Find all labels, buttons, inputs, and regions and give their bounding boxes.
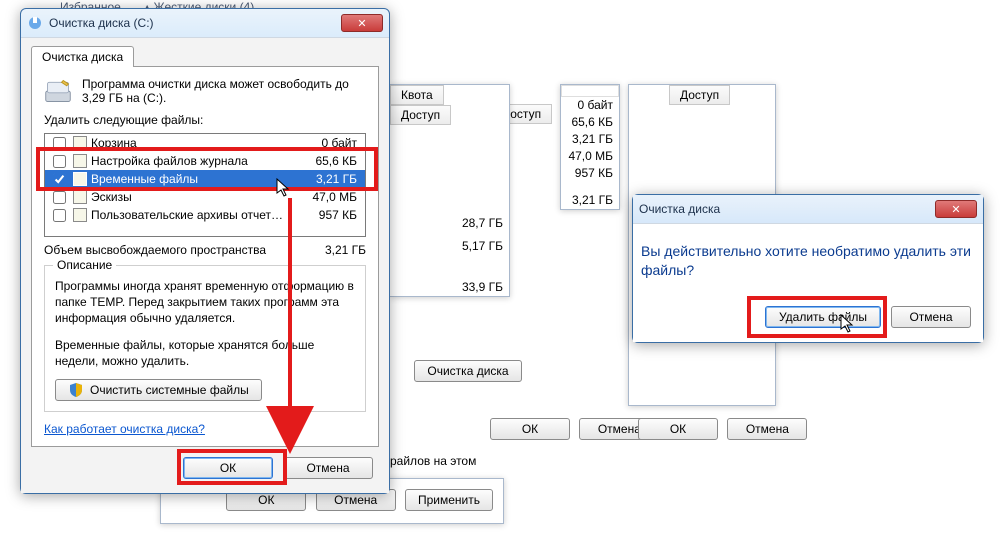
bg-buttons-mid: Очистка диска: [414, 360, 524, 382]
confirm-titlebar[interactable]: Очистка диска ✕: [633, 195, 983, 223]
checkbox-log-setup[interactable]: [53, 155, 66, 168]
clean-system-files-button[interactable]: Очистить системные файлы: [55, 379, 262, 401]
drive-icon: [44, 77, 72, 105]
file-icon: [73, 208, 87, 222]
bg-frag-files-on: райлов на этом: [390, 454, 476, 468]
file-list[interactable]: Корзина 0 байт Настройка файлов журнала …: [44, 133, 366, 237]
checkbox-temp-files[interactable]: [53, 173, 66, 186]
checkbox-user-reports[interactable]: [53, 209, 66, 222]
ok-button[interactable]: ОК: [183, 457, 273, 479]
disk-cleanup-icon: [27, 15, 43, 31]
disk-cleanup-window: Очистка диска (C:) ✕ Очистка диска Прогр…: [20, 8, 390, 494]
description-p1: Программы иногда хранят временную отформ…: [55, 278, 355, 327]
file-icon: [73, 154, 87, 168]
shield-icon: [68, 382, 84, 398]
confirm-title: Очистка диска: [639, 202, 720, 216]
delete-files-button[interactable]: Удалить файлы: [765, 306, 881, 328]
confirm-message: Вы действительно хотите необратимо удали…: [641, 242, 975, 280]
tab-disk-cleanup[interactable]: Очистка диска: [31, 46, 134, 67]
file-icon: [73, 136, 87, 150]
list-item-temp-files[interactable]: Временные файлы 3,21 ГБ: [45, 170, 365, 188]
list-item-recycle-bin[interactable]: Корзина 0 байт: [45, 134, 365, 152]
bg-buttons-okcancel-2: ОК Отмена: [638, 418, 807, 440]
freed-space-label: Объем высвобождаемого пространства: [44, 243, 266, 257]
file-icon: [73, 190, 87, 204]
bg-buttons-okcancel-1: ОК Отмена: [490, 418, 659, 440]
checkbox-recycle-bin[interactable]: [53, 137, 66, 150]
confirm-close-button[interactable]: ✕: [935, 200, 977, 218]
bg-window-sizes: Квота Доступ 0 байт 65,6 КБ 3,21 ГБ 47,0…: [560, 84, 620, 210]
titlebar[interactable]: Очистка диска (C:) ✕: [21, 9, 389, 37]
file-icon: [73, 172, 87, 186]
checkbox-thumbnails[interactable]: [53, 191, 66, 204]
description-title: Описание: [53, 258, 116, 272]
bg-window-mid: Квота Доступ 28,7 ГБ 5,17 ГБ 33,9 ГБ: [390, 84, 510, 297]
list-item-thumbnails[interactable]: Эскизы 47,0 МБ: [45, 188, 365, 206]
description-p2: Временные файлы, которые хранятся больше…: [55, 337, 355, 369]
headline-text: Программа очистки диска может освободить…: [82, 77, 366, 105]
close-button[interactable]: ✕: [341, 14, 383, 32]
confirm-cancel-button[interactable]: Отмена: [891, 306, 971, 328]
how-cleanup-works-link[interactable]: Как работает очистка диска?: [44, 422, 205, 436]
list-item-log-setup[interactable]: Настройка файлов журнала 65,6 КБ: [45, 152, 365, 170]
freed-space-value: 3,21 ГБ: [325, 243, 366, 257]
cancel-button[interactable]: Отмена: [283, 457, 373, 479]
confirm-dialog: Очистка диска ✕ Вы действительно хотите …: [632, 194, 984, 343]
list-item-user-reports[interactable]: Пользовательские архивы отчет… 957 КБ: [45, 206, 365, 224]
delete-files-label: Удалить следующие файлы:: [44, 113, 366, 127]
window-title: Очистка диска (C:): [49, 16, 154, 30]
